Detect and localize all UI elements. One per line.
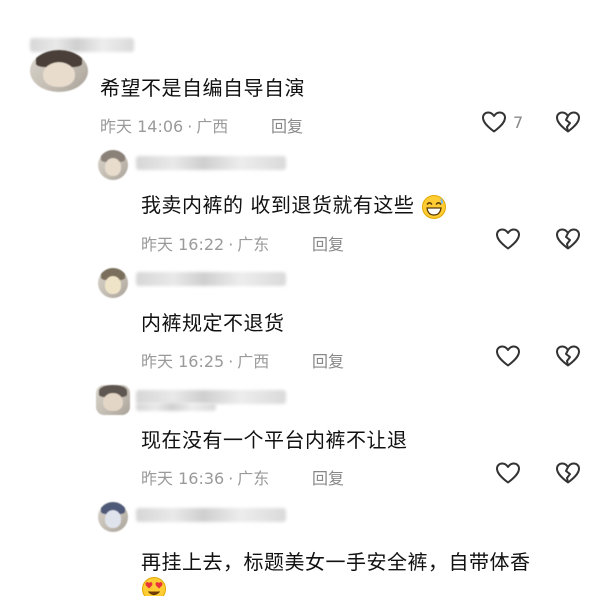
meta-separator: · bbox=[228, 235, 234, 254]
like-count: 7 bbox=[513, 112, 524, 132]
username-blurred[interactable] bbox=[136, 156, 286, 170]
username-blurred[interactable] bbox=[136, 272, 286, 286]
broken-heart-icon bbox=[556, 228, 580, 250]
like-button[interactable]: 7 bbox=[481, 110, 523, 134]
dislike-button[interactable] bbox=[555, 110, 581, 134]
heart-outline-icon bbox=[496, 228, 520, 250]
heart-outline-icon bbox=[496, 462, 520, 484]
reply-button[interactable]: 回复 bbox=[312, 348, 344, 372]
comment-location: 广西 bbox=[237, 352, 270, 371]
reply-button[interactable]: 回复 bbox=[271, 113, 303, 137]
like-button[interactable] bbox=[495, 461, 521, 485]
comment-text: 现在没有一个平台内裤不让退 bbox=[141, 428, 408, 452]
comment-location: 广东 bbox=[237, 469, 270, 488]
avatar[interactable] bbox=[98, 150, 128, 180]
broken-heart-icon bbox=[556, 345, 580, 367]
reply-button[interactable]: 回复 bbox=[312, 465, 344, 489]
comment-time: 昨天 14:06 bbox=[100, 117, 184, 136]
comment-meta: 昨天 16:22 · 广东 bbox=[141, 231, 269, 255]
heart-outline-icon bbox=[482, 111, 506, 133]
comment-text: 我卖内裤的 收到退货就有这些 bbox=[141, 189, 447, 220]
comment-time: 昨天 16:22 bbox=[141, 235, 225, 254]
comment-location: 广西 bbox=[196, 117, 229, 136]
dislike-button[interactable] bbox=[555, 344, 581, 368]
avatar[interactable] bbox=[30, 50, 88, 92]
avatar[interactable] bbox=[98, 502, 128, 532]
like-button[interactable] bbox=[495, 344, 521, 368]
heart-outline-icon bbox=[496, 345, 520, 367]
comment-thread: 希望不是自编自导自演 昨天 14:06 · 广西 回复 7 我卖内裤的 收到退货就有… bbox=[0, 0, 600, 596]
meta-separator: · bbox=[228, 469, 234, 488]
meta-separator: · bbox=[187, 117, 193, 136]
broken-heart-icon bbox=[556, 462, 580, 484]
username-blurred[interactable] bbox=[136, 508, 286, 522]
comment-text: 内裤规定不退货 bbox=[141, 311, 285, 335]
grinning-sweat-emoji bbox=[422, 194, 447, 219]
comment-text: 希望不是自编自导自演 bbox=[100, 76, 305, 100]
username-blurred[interactable] bbox=[30, 38, 134, 52]
dislike-button[interactable] bbox=[555, 227, 581, 251]
heart-eyes-emoji bbox=[142, 577, 166, 596]
dislike-button[interactable] bbox=[555, 461, 581, 485]
comment-text: 再挂上去，标题美女一手安全裤，自带体香 bbox=[141, 550, 531, 574]
comment-location: 广东 bbox=[237, 235, 270, 254]
meta-separator: · bbox=[228, 352, 234, 371]
comment-text-content: 我卖内裤的 收到退货就有这些 bbox=[141, 193, 415, 217]
reply-button[interactable]: 回复 bbox=[312, 231, 344, 255]
avatar[interactable] bbox=[96, 385, 130, 415]
like-button[interactable] bbox=[495, 227, 521, 251]
comment-time: 昨天 16:25 bbox=[141, 352, 225, 371]
comment-meta: 昨天 14:06 · 广西 bbox=[100, 113, 228, 137]
broken-heart-icon bbox=[556, 111, 580, 133]
comment-meta: 昨天 16:25 · 广西 bbox=[141, 348, 269, 372]
comment-meta: 昨天 16:36 · 广东 bbox=[141, 465, 269, 489]
avatar[interactable] bbox=[98, 268, 128, 298]
comment-time: 昨天 16:36 bbox=[141, 469, 225, 488]
username-blurred[interactable] bbox=[136, 390, 286, 404]
username-blurred-line bbox=[136, 403, 216, 411]
